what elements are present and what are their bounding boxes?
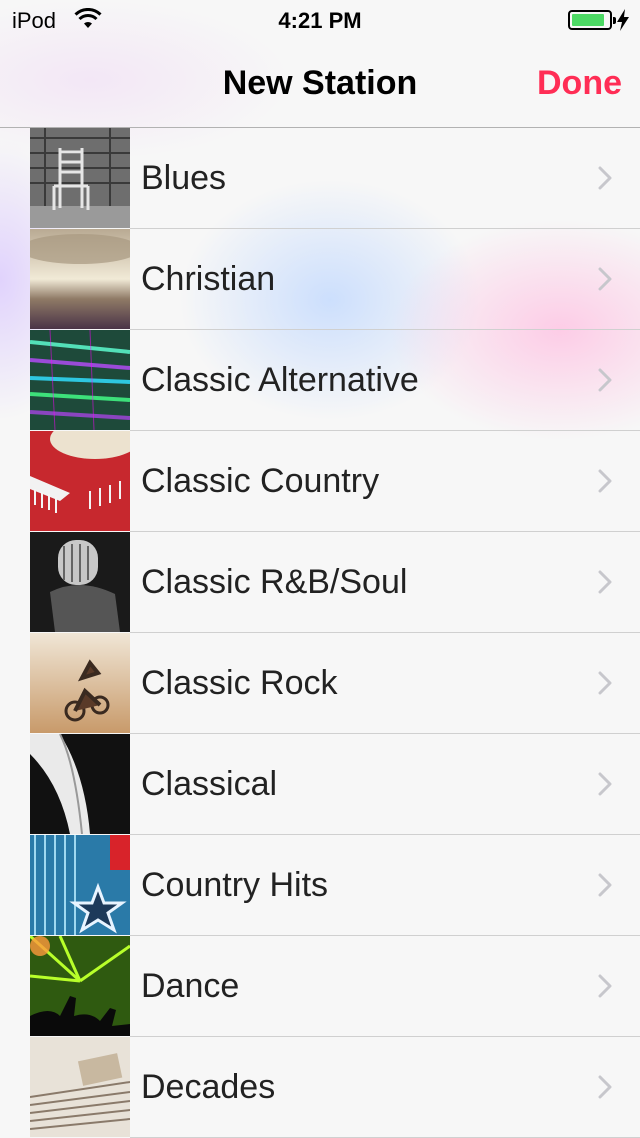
station-row[interactable]: Classical [0, 734, 640, 835]
station-label: Classic Country [141, 462, 380, 500]
station-label: Classical [141, 765, 278, 803]
station-row[interactable]: Country Hits [0, 835, 640, 936]
station-label: Country Hits [141, 866, 329, 904]
classic-country-photo [30, 431, 130, 531]
status-time: 4:21 PM [278, 8, 362, 33]
station-row[interactable]: Christian [0, 229, 640, 330]
station-row[interactable]: Blues [0, 128, 640, 229]
classic-rock-photo [30, 633, 130, 733]
navigation-bar: New Station Done [0, 40, 640, 128]
station-label: Dance [141, 967, 240, 1005]
decades-photo [30, 1037, 130, 1137]
chevron-right-icon [598, 974, 612, 998]
battery-icon [568, 10, 616, 30]
status-bar: iPod 4:21 PM [0, 0, 640, 40]
classic-rnb-soul-photo [30, 532, 130, 632]
station-row[interactable]: Classic R&B/Soul [0, 532, 640, 633]
station-row[interactable]: Classic Country [0, 431, 640, 532]
done-button[interactable]: Done [537, 64, 622, 103]
station-label: Christian [141, 260, 276, 298]
chevron-right-icon [598, 267, 612, 291]
station-label: Classic Alternative [141, 361, 419, 399]
station-list: Blues Christian Classic Alternative Classic… [0, 128, 640, 1138]
classic-alternative-photo [30, 330, 130, 430]
charging-bolt-icon [617, 9, 629, 31]
chevron-right-icon [598, 469, 612, 493]
chevron-right-icon [598, 368, 612, 392]
chevron-right-icon [598, 873, 612, 897]
christian-photo [30, 229, 130, 329]
station-row[interactable]: Decades [0, 1037, 640, 1138]
station-label: Classic R&B/Soul [141, 563, 408, 601]
chevron-right-icon [598, 1075, 612, 1099]
station-label: Decades [141, 1068, 276, 1106]
station-label: Blues [141, 159, 227, 197]
chevron-right-icon [598, 671, 612, 695]
station-row[interactable]: Dance [0, 936, 640, 1037]
chevron-right-icon [598, 166, 612, 190]
battery-level [572, 14, 604, 26]
station-row[interactable]: Classic Rock [0, 633, 640, 734]
station-label: Classic Rock [141, 664, 338, 702]
blues-photo [30, 128, 130, 228]
country-hits-photo [30, 835, 130, 935]
chevron-right-icon [598, 772, 612, 796]
station-row[interactable]: Classic Alternative [0, 330, 640, 431]
dance-photo [30, 936, 130, 1036]
chevron-right-icon [598, 570, 612, 594]
classical-photo [30, 734, 130, 834]
